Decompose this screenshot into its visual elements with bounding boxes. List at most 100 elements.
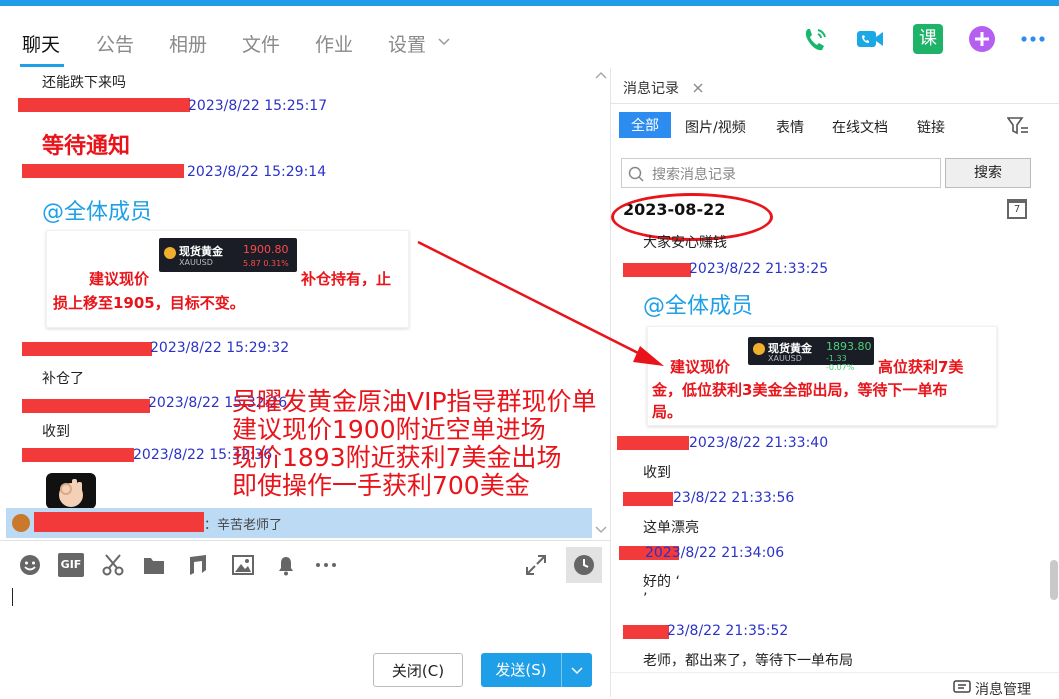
more-icon[interactable] [314, 553, 338, 577]
scroll-down-icon[interactable] [594, 522, 608, 536]
gold-ticker: 现货黄金 XAUUSD 1893.80 -1.33 -0.07% [748, 337, 874, 372]
close-icon[interactable] [693, 83, 703, 93]
add-app-icon[interactable] [967, 24, 997, 54]
redacted-name [34, 512, 204, 532]
scissors-icon[interactable] [101, 553, 125, 577]
message-time: 2023/8/22 15:29:14 [187, 164, 327, 180]
search-placeholder: 搜索消息记录 [652, 167, 736, 183]
card-text: 局。 [652, 403, 683, 421]
filter-icon[interactable] [1007, 116, 1029, 136]
message-manage-icon [953, 680, 971, 693]
expand-icon[interactable] [524, 553, 548, 577]
message-text: 好的 ‘ [643, 574, 680, 590]
message-text: 收到 [42, 424, 70, 440]
top-nav: 聊天 公告 相册 文件 作业 设置 课 [0, 6, 1059, 68]
mention-all[interactable]: @全体成员 [643, 288, 753, 320]
history-filter-tabs: 全部 图片/视频 表情 在线文档 链接 [611, 106, 1059, 148]
redacted-name [623, 625, 669, 639]
folder-icon[interactable] [142, 553, 166, 577]
message-time: 23/8/22 21:33:56 [673, 490, 795, 506]
ticker-change: -1.33 -0.07% [826, 354, 855, 372]
message-time: 2023/8/22 15:25:17 [188, 98, 328, 114]
history-pane: 消息记录 全部 图片/视频 表情 在线文档 链接 搜索消息记录 搜索 2023-… [611, 68, 1059, 699]
tab-media[interactable]: 图片/视频 [685, 117, 746, 137]
ticker-symbol: XAUUSD [768, 354, 802, 363]
tab-chat[interactable]: 聊天 [22, 30, 60, 57]
ticker-symbol: XAUUSD [179, 258, 213, 267]
music-icon[interactable] [186, 553, 210, 577]
redacted-name [22, 399, 150, 413]
notice-text: ：辛苦老师了 [204, 518, 283, 533]
tab-online-docs[interactable]: 在线文档 [832, 117, 888, 137]
message-text: 等待通知 [42, 134, 131, 159]
redacted-name [18, 98, 190, 112]
phone-icon[interactable] [800, 24, 830, 54]
coin-icon [164, 247, 176, 259]
image-icon[interactable] [231, 553, 255, 577]
card-text: 建议现价 [89, 270, 150, 288]
message-text: 这单漂亮 [643, 520, 699, 536]
close-button[interactable]: 关闭(C) [373, 653, 463, 687]
history-icon [574, 555, 594, 575]
message-time: 23/8/22 21:35:52 [667, 623, 789, 639]
image-card[interactable]: 现货黄金 XAUUSD 1900.80 5.87 0.31% 建议现价 补仓持有… [46, 230, 409, 328]
tab-settings[interactable]: 设置 [388, 30, 426, 57]
reply-notice-bar[interactable]: ：辛苦老师了 [6, 508, 592, 538]
ticker-name: 现货黄金 [179, 245, 223, 258]
card-text: 建议现价 [670, 358, 731, 376]
redacted-name [22, 164, 184, 178]
promo-overlay: 吴曜发黄金原油VIP指导群现价单 建议现价1900附近空单进场 现价1893附近… [232, 388, 597, 500]
tab-all[interactable]: 全部 [619, 112, 671, 138]
gold-ticker: 现货黄金 XAUUSD 1900.80 5.87 0.31% [159, 238, 297, 272]
overlay-line: 即使操作一手获利700美金 [232, 471, 530, 500]
redacted-name [623, 492, 673, 506]
input-toolbar: GIF [0, 540, 610, 588]
message-text: 收到 [643, 465, 671, 481]
active-tab-underline [20, 64, 64, 67]
bell-icon[interactable] [274, 553, 298, 577]
redacted-name [623, 263, 691, 277]
tab-stickers[interactable]: 表情 [776, 117, 804, 137]
message-input[interactable] [0, 588, 610, 648]
gif-icon[interactable]: GIF [58, 553, 84, 577]
send-options-button[interactable] [561, 653, 592, 687]
message-text: 大家安心赚钱 [643, 235, 727, 251]
tab-links[interactable]: 链接 [917, 117, 945, 137]
message-time: 2023/8/22 15:29:32 [150, 340, 290, 356]
history-button[interactable] [566, 547, 602, 583]
card-text: 损上移至1905，目标不变。 [53, 294, 245, 312]
calendar-icon[interactable]: 7 [1007, 199, 1027, 219]
mention-all[interactable]: @全体成员 [42, 194, 152, 226]
message-manage-link[interactable]: 消息管理 [975, 679, 1031, 699]
redacted-name [617, 436, 689, 450]
message-text: 补仓了 [42, 371, 84, 387]
card-text: 金，低位获利3美金全部出局，等待下一单布 [652, 381, 948, 399]
lesson-icon[interactable]: 课 [913, 24, 943, 54]
ticker-change: 5.87 0.31% [243, 259, 289, 268]
history-search-input[interactable]: 搜索消息记录 [621, 158, 941, 188]
divider [611, 103, 1059, 104]
more-icon[interactable] [1018, 24, 1048, 54]
ok-hand-sticker[interactable] [46, 473, 96, 509]
tab-files[interactable]: 文件 [242, 30, 280, 57]
message-time: 2023/8/22 21:34:06 [645, 545, 785, 561]
tab-announcement[interactable]: 公告 [96, 30, 134, 57]
overlay-line: 现价1893附近获利7美金出场 [232, 443, 562, 472]
emoji-icon[interactable] [18, 553, 42, 577]
overlay-line: 吴曜发黄金原油VIP指导群现价单 [232, 387, 597, 416]
chevron-down-icon[interactable] [438, 38, 450, 46]
message-text: ’ [643, 591, 648, 607]
card-text: 补仓持有，止 [301, 270, 392, 288]
tab-homework[interactable]: 作业 [315, 30, 353, 57]
card-text: 高位获利7美 [878, 358, 964, 376]
image-card[interactable]: 现货黄金 XAUUSD 1893.80 -1.33 -0.07% 建议现价 高位… [647, 326, 997, 426]
collapse-icon[interactable] [594, 70, 608, 84]
tab-album[interactable]: 相册 [169, 30, 207, 57]
history-scrollbar[interactable] [1050, 560, 1058, 600]
redacted-name [22, 448, 134, 462]
video-call-icon[interactable] [855, 24, 885, 54]
search-button[interactable]: 搜索 [945, 158, 1031, 188]
ticker-price: 1900.80 [243, 243, 289, 256]
message-text: 还能跌下来吗 [42, 75, 126, 91]
send-button[interactable]: 发送(S) [481, 653, 561, 687]
